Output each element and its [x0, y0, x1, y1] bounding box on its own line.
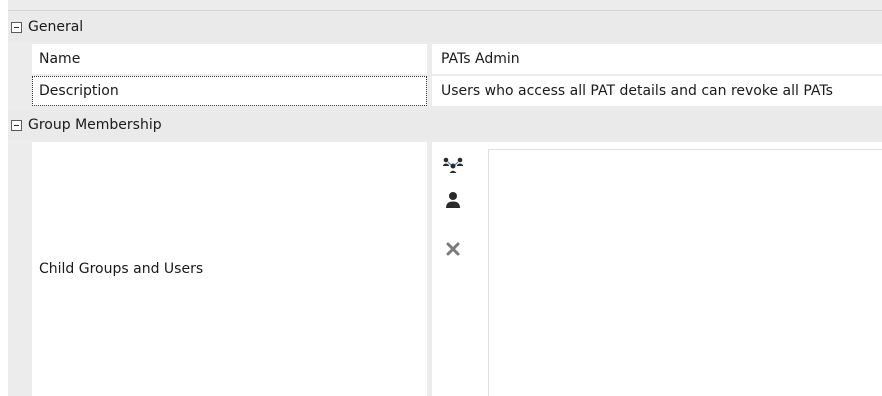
collapse-toggle-icon[interactable] — [11, 21, 22, 33]
description-value: Users who access all PAT details and can… — [441, 83, 833, 99]
category-general[interactable]: General — [8, 12, 882, 42]
add-group-button[interactable] — [441, 153, 465, 177]
collapse-toggle-icon[interactable] — [11, 119, 22, 131]
property-description-label[interactable]: Description — [32, 76, 427, 106]
child-members-list[interactable] — [488, 149, 882, 396]
category-label: General — [28, 19, 84, 35]
property-description-value[interactable]: Users who access all PAT details and can… — [432, 76, 882, 106]
property-label: Name — [39, 51, 81, 67]
add-user-button[interactable] — [441, 188, 465, 212]
property-name-value[interactable]: PATs Admin — [432, 44, 882, 74]
property-label: Child Groups and Users — [39, 261, 204, 277]
grid-top-border — [8, 10, 882, 11]
category-group-membership[interactable]: Group Membership — [8, 110, 882, 140]
property-child-groups-label[interactable]: Child Groups and Users — [32, 142, 427, 396]
category-label: Group Membership — [28, 117, 162, 133]
remove-member-button[interactable] — [441, 237, 465, 261]
name-value: PATs Admin — [441, 51, 520, 67]
group-add-icon — [443, 157, 463, 173]
property-label: Description — [39, 83, 119, 99]
user-add-icon — [446, 192, 460, 208]
remove-x-icon — [446, 242, 460, 256]
property-name-label[interactable]: Name — [32, 44, 427, 74]
